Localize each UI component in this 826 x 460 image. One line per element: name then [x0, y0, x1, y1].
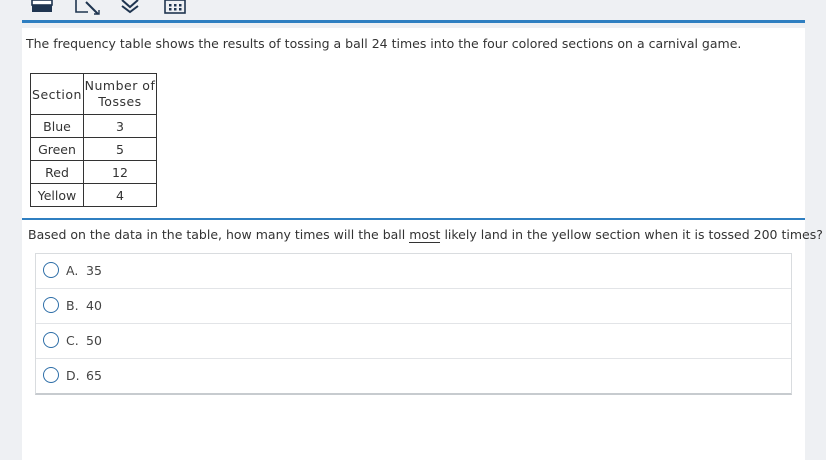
- radio-button-icon[interactable]: [43, 367, 59, 383]
- question-text-after: likely land in the yellow section when i…: [440, 227, 823, 242]
- choice-c[interactable]: C. 50: [36, 324, 791, 359]
- toolbar-divider: [22, 20, 805, 23]
- header-section: Section: [30, 73, 84, 115]
- choice-a[interactable]: A. 35: [36, 254, 791, 289]
- radio-button-icon[interactable]: [43, 332, 59, 348]
- cell-section: Red: [30, 160, 84, 184]
- answer-choices: A. 35 B. 40 C. 50 D. 65: [35, 253, 792, 395]
- table-header-row: Section Number of Tosses: [30, 73, 157, 115]
- cell-tosses: 5: [83, 137, 157, 161]
- choice-value: 65: [86, 368, 102, 383]
- cell-section: Blue: [30, 114, 84, 138]
- question-panel: The frequency table shows the results of…: [22, 28, 823, 460]
- frequency-table: Section Number of Tosses Blue 3 Green 5 …: [30, 73, 157, 207]
- cell-section: Green: [30, 137, 84, 161]
- radio-button-icon[interactable]: [43, 262, 59, 278]
- choice-d[interactable]: D. 65: [36, 359, 791, 393]
- choice-value: 50: [86, 333, 102, 348]
- ruler-pencil-icon[interactable]: [74, 0, 102, 16]
- radio-button-icon[interactable]: [43, 297, 59, 313]
- cell-tosses: 3: [83, 114, 157, 138]
- table-row: Yellow 4: [30, 183, 157, 207]
- stimulus-text: The frequency table shows the results of…: [26, 36, 742, 51]
- header-tosses: Number of Tosses: [83, 73, 157, 115]
- question-stem: Based on the data in the table, how many…: [28, 227, 823, 243]
- cell-tosses: 12: [83, 160, 157, 184]
- choice-value: 35: [86, 263, 102, 278]
- choice-letter: C.: [66, 333, 79, 348]
- table-row: Green 5: [30, 137, 157, 161]
- choice-value: 40: [86, 298, 102, 313]
- section-divider: [22, 218, 805, 220]
- question-emphasis: most: [409, 227, 441, 243]
- choice-letter: D.: [66, 368, 80, 383]
- choice-b[interactable]: B. 40: [36, 289, 791, 324]
- bookmark-flag-icon[interactable]: [120, 0, 142, 16]
- question-text-before: Based on the data in the table, how many…: [28, 227, 410, 242]
- calculator-icon[interactable]: [30, 0, 54, 16]
- grid-reference-icon[interactable]: [164, 0, 186, 16]
- choice-letter: A.: [66, 263, 79, 278]
- cell-section: Yellow: [30, 183, 84, 207]
- cell-tosses: 4: [83, 183, 157, 207]
- choice-letter: B.: [66, 298, 79, 313]
- toolbar: [0, 0, 826, 22]
- table-row: Red 12: [30, 160, 157, 184]
- table-row: Blue 3: [30, 114, 157, 138]
